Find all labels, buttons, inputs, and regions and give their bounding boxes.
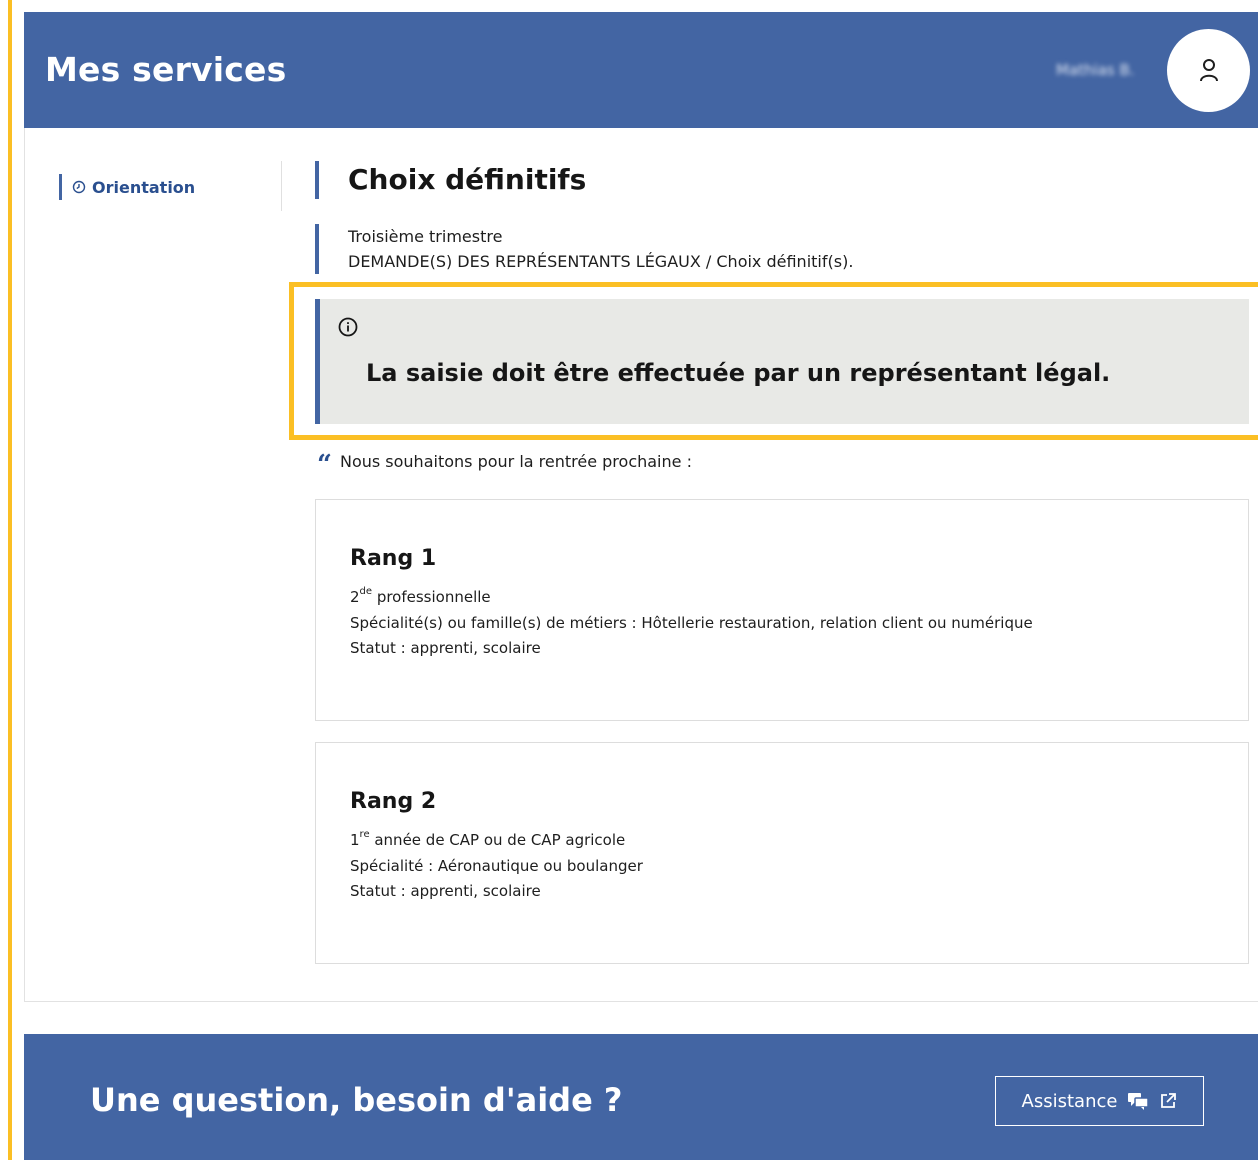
info-alert: La saisie doit être effectuée par un rep… [315, 299, 1249, 424]
info-icon [338, 317, 358, 337]
user-name: Mathias B. [1056, 61, 1135, 79]
rank-level-rest: professionnelle [372, 588, 491, 606]
rank-level: 1re année de CAP ou de CAP agricole [350, 829, 626, 849]
help-footer: Une question, besoin d'aide ? Assistance [24, 1034, 1258, 1160]
sidebar-item-orientation[interactable]: Orientation [59, 174, 195, 200]
alert-message: La saisie doit être effectuée par un rep… [366, 359, 1111, 387]
rank-level-sup: de [359, 586, 373, 597]
rank-status: Statut : apprenti, scolaire [350, 639, 541, 657]
rank-level: 2de professionnelle [350, 586, 491, 606]
assistance-label: Assistance [1021, 1090, 1118, 1112]
yellow-highlight-rail [8, 0, 12, 1160]
rank-speciality: Spécialité(s) ou famille(s) de métiers :… [350, 614, 1033, 632]
chat-help-icon [1128, 1093, 1150, 1110]
quote-text: Nous souhaitons pour la rentrée prochain… [339, 451, 692, 471]
clock-icon [72, 180, 86, 194]
site-header: Mes services Mathias B. [24, 12, 1258, 128]
header-title: Mes services [45, 50, 287, 89]
sidenav-divider [281, 161, 282, 211]
subtitle-accent-bar [315, 224, 319, 274]
rank-card: Rang 2 1re année de CAP ou de CAP agrico… [315, 742, 1249, 964]
section-label: DEMANDE(S) DES REPRÉSENTANTS LÉGAUX / Ch… [348, 252, 854, 271]
quote-row: “ Nous souhaitons pour la rentrée procha… [317, 451, 692, 479]
footer-title: Une question, besoin d'aide ? [90, 1081, 623, 1119]
rank-title: Rang 1 [350, 546, 437, 571]
rank-level-rest: année de CAP ou de CAP agricole [369, 831, 626, 849]
user-account-button[interactable] [1167, 29, 1250, 112]
rank-title: Rang 2 [350, 789, 437, 814]
period-label: Troisième trimestre [348, 227, 503, 246]
user-icon [1199, 58, 1218, 81]
rank-status: Statut : apprenti, scolaire [350, 882, 541, 900]
rank-level-number: 1 [350, 831, 360, 849]
title-accent-bar [315, 161, 319, 199]
sidebar-item-label: Orientation [92, 177, 196, 197]
rank-level-sup: re [359, 829, 370, 840]
rank-card: Rang 1 2de professionnelle Spécialité(s)… [315, 499, 1249, 721]
rank-level-number: 2 [350, 588, 360, 606]
page-title: Choix définitifs [348, 163, 587, 196]
quote-icon: “ [317, 450, 332, 480]
assistance-button[interactable]: Assistance [995, 1076, 1204, 1126]
external-link-icon [1161, 1093, 1177, 1108]
rank-speciality: Spécialité : Aéronautique ou boulanger [350, 857, 643, 875]
